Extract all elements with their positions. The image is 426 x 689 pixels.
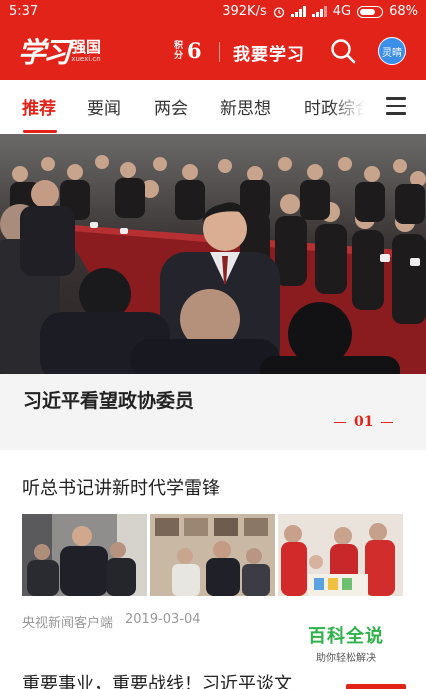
article-thumbnails[interactable]: [22, 514, 404, 596]
article-date: 2019-03-04: [125, 612, 201, 627]
floating-red-tab[interactable]: [346, 684, 406, 689]
status-time: 5:37: [9, 4, 39, 19]
points-label: 积分: [174, 40, 184, 61]
study-button[interactable]: 我要学习: [233, 40, 305, 65]
watermark-title: 百科全说: [308, 626, 384, 647]
channel-tabs: 推荐 要闻 两会 新思想 时政综合: [0, 80, 426, 134]
points-value: 6: [187, 38, 202, 63]
next-article-title[interactable]: 重要事业，重要战线！习近平谈文: [22, 670, 292, 689]
logo-mark: 学习: [18, 36, 71, 69]
points-display[interactable]: 积分 6: [174, 38, 202, 63]
avatar[interactable]: 灵晴: [378, 37, 406, 65]
active-tab-indicator: [23, 130, 57, 133]
battery-icon: [357, 5, 384, 18]
network-type: 4G: [332, 4, 352, 19]
watermark-subtitle: 助你轻松解决: [316, 653, 376, 664]
app-logo[interactable]: 学习 强国 xuexi.cn: [18, 34, 102, 69]
status-bar: 5:37 392K/s 4G 68%: [0, 0, 426, 24]
signal-icon: [290, 6, 306, 17]
tab-recommend[interactable]: 推荐: [22, 94, 56, 119]
carousel-indicator: 01: [334, 414, 394, 430]
app-header: 5:37 392K/s 4G 68% 学习 强国 xuexi.cn 积分 6 我…: [0, 0, 426, 80]
signal-4g-icon: [311, 6, 327, 17]
hero-caption[interactable]: 习近平看望政协委员 01: [0, 374, 426, 450]
watermark: 百科全说 助你轻松解决: [308, 622, 384, 664]
carousel-page: 01: [354, 414, 374, 430]
alarm-icon: [273, 6, 284, 18]
thumbnail-3[interactable]: [278, 514, 403, 596]
search-icon[interactable]: [330, 38, 356, 64]
logo-url: xuexi.cn: [71, 54, 101, 63]
tab-two-sessions[interactable]: 两会: [154, 94, 188, 119]
article-source: 央视新闻客户端: [22, 616, 114, 631]
battery-percent: 68%: [389, 4, 418, 19]
tab-news[interactable]: 要闻: [87, 94, 121, 119]
hero-photo: [0, 134, 426, 374]
thumbnail-2[interactable]: [150, 514, 275, 596]
article-meta: 央视新闻客户端 2019-03-04: [22, 612, 201, 631]
hero-carousel[interactable]: [0, 134, 426, 374]
article-title[interactable]: 听总书记讲新时代学雷锋: [22, 474, 220, 500]
header-divider: [219, 42, 220, 62]
tab-new-thought[interactable]: 新思想: [220, 94, 271, 119]
status-indicators: 392K/s 4G 68%: [222, 4, 418, 19]
thumbnail-1[interactable]: [22, 514, 147, 596]
hero-headline[interactable]: 习近平看望政协委员: [23, 386, 194, 413]
menu-icon[interactable]: [386, 97, 406, 115]
network-speed: 392K/s: [222, 4, 267, 19]
logo-name: 强国: [71, 37, 102, 56]
